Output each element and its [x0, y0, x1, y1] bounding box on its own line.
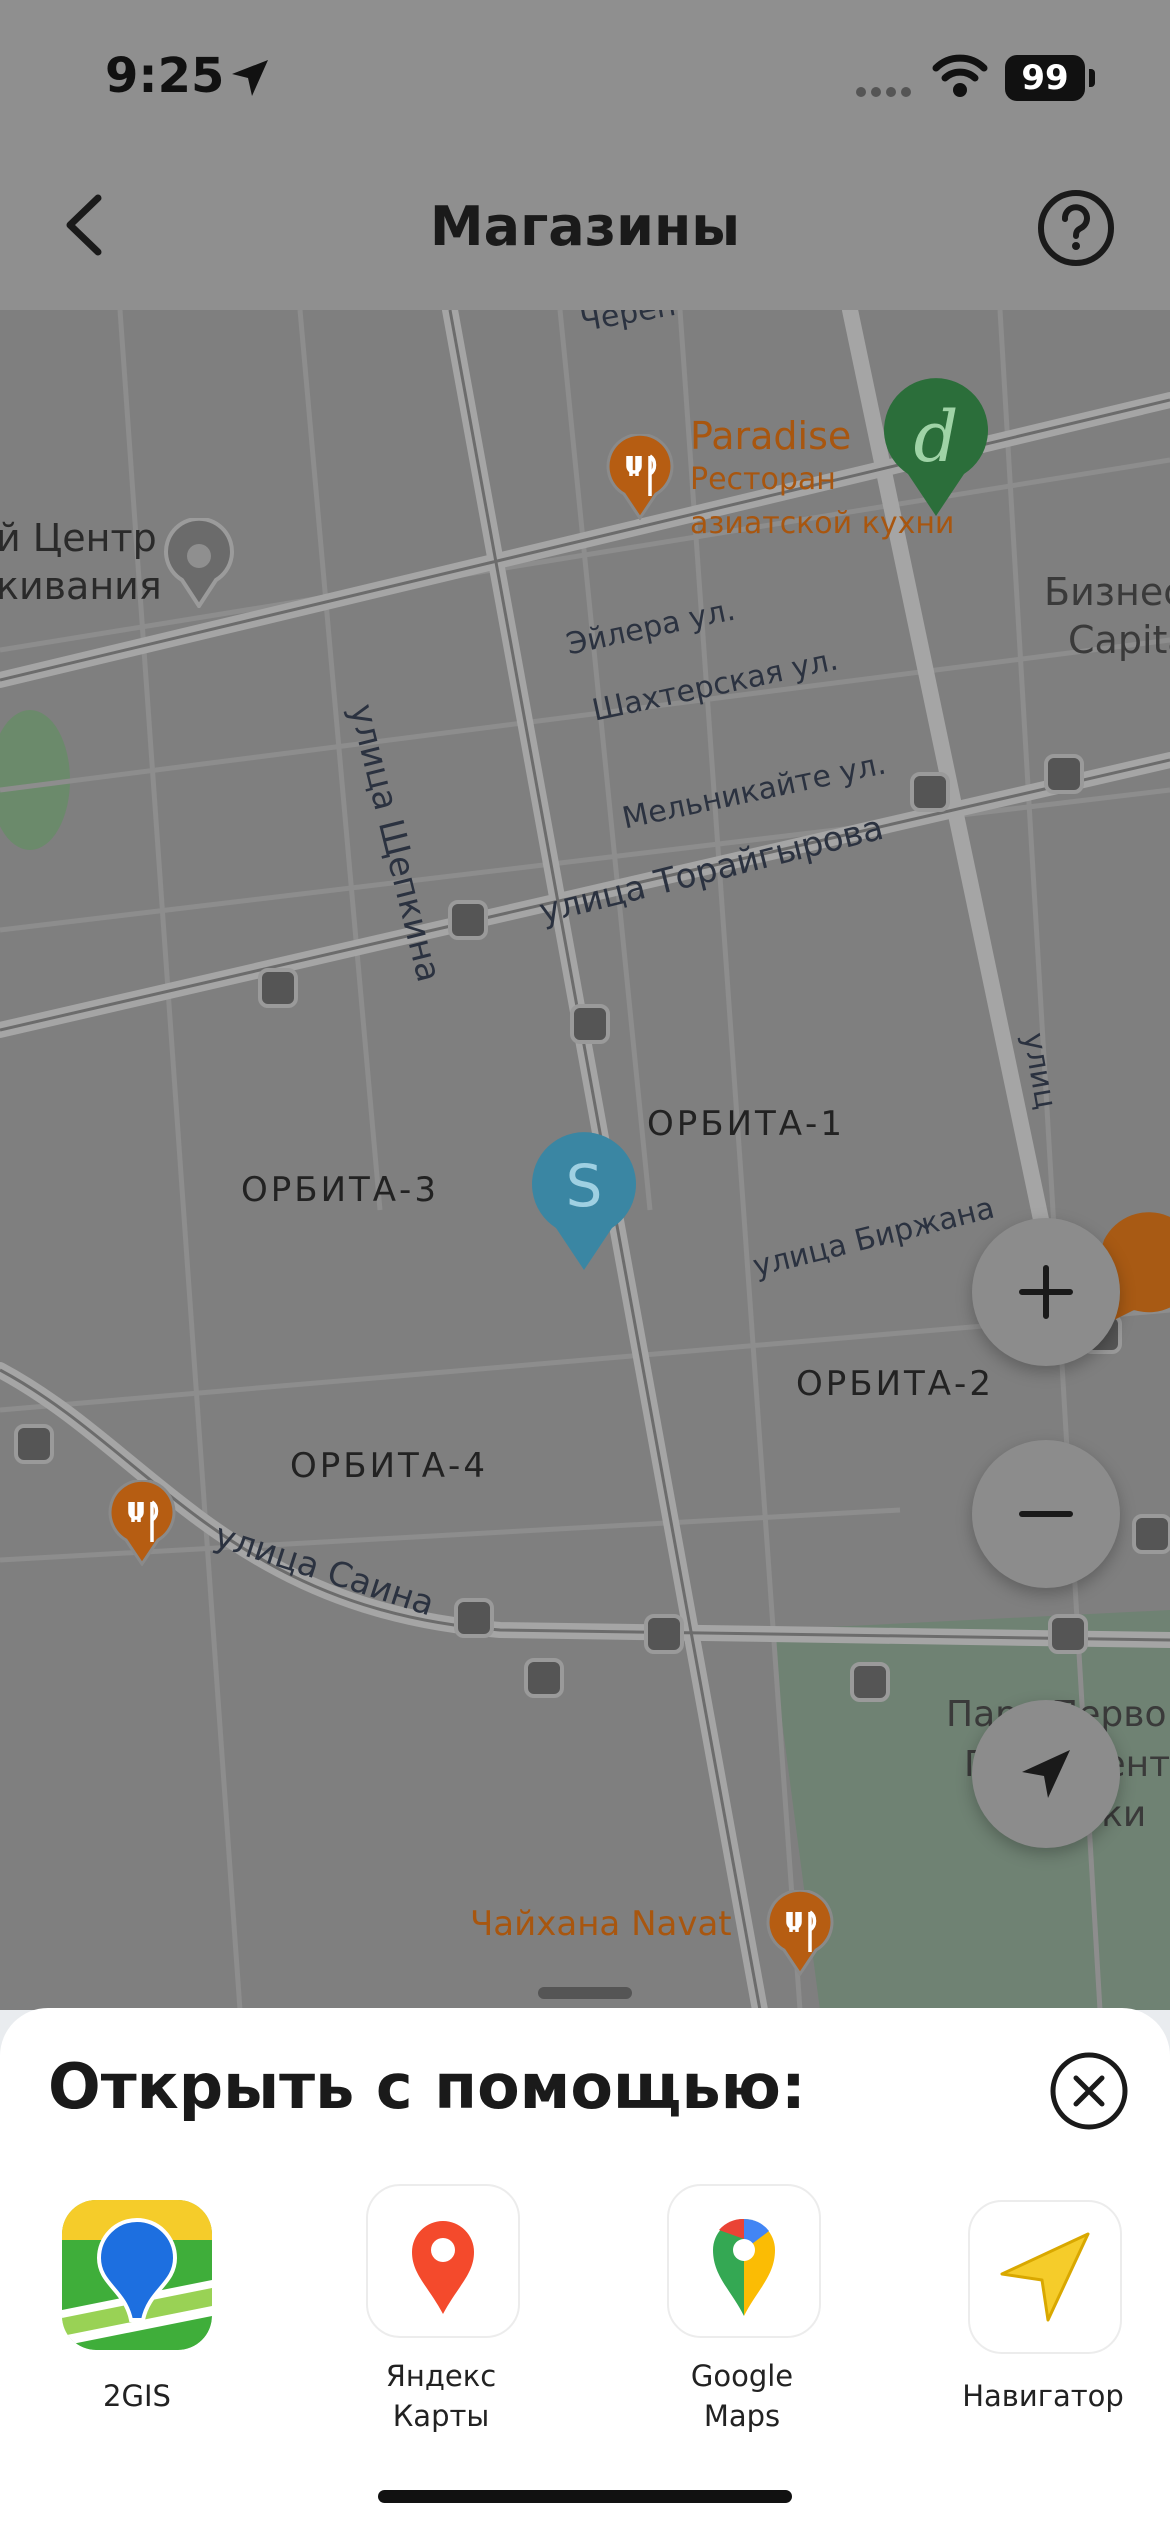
battery-indicator: 99: [1005, 55, 1095, 101]
status-time: 9:25: [105, 48, 225, 104]
district-label: ОРБИТА-1: [647, 1104, 845, 1144]
district-label: ОРБИТА-3: [241, 1170, 439, 1210]
restaurant-pin-icon[interactable]: [764, 1890, 836, 1976]
my-location-button[interactable]: [972, 1700, 1120, 1848]
navigator-arrow-icon: [1000, 2232, 1090, 2322]
district-label: ОРБИТА-4: [290, 1446, 488, 1486]
home-indicator: [378, 2490, 792, 2503]
sheet-drag-handle[interactable]: [538, 1987, 632, 1999]
google-maps-pin-icon: [713, 2218, 775, 2316]
restaurant-pin-icon[interactable]: [106, 1480, 178, 1566]
poi-name: й Центр: [0, 516, 157, 560]
poi-name: кивания: [0, 564, 162, 608]
map-view[interactable]: Череп Эйлера ул. Шахтерская ул. Мельника…: [0, 310, 1170, 2010]
cellular-signal-icon: [855, 84, 915, 103]
app-label: 2GIS: [103, 2379, 171, 2413]
2gis-logo-icon: [62, 2200, 212, 2350]
store-marker-letter: S: [565, 1152, 603, 1220]
app-navigator-button[interactable]: [968, 2200, 1122, 2354]
app-yandex-maps-button[interactable]: [366, 2184, 520, 2338]
location-arrow-icon: [232, 60, 268, 96]
district-label: ОРБИТА-2: [796, 1364, 994, 1404]
app-label: Google: [690, 2359, 794, 2393]
map-pin-icon[interactable]: [162, 518, 236, 608]
restaurant-pin-icon[interactable]: [604, 434, 676, 520]
zoom-in-button[interactable]: [972, 1218, 1120, 1366]
close-icon[interactable]: [1048, 2050, 1130, 2132]
app-label: Карты: [392, 2399, 490, 2433]
navigation-arrow-icon: [1022, 1750, 1070, 1798]
page-title: Магазины: [429, 195, 741, 258]
app-label: Maps: [703, 2399, 781, 2433]
poi-name: Capita: [1068, 618, 1170, 662]
poi-name: Чайхана Navat: [470, 1904, 732, 1944]
wifi-icon: [932, 54, 988, 97]
help-icon[interactable]: [1036, 188, 1116, 268]
store-marker-letter: d: [913, 396, 959, 478]
zoom-out-button[interactable]: [972, 1440, 1120, 1588]
app-label: Навигатор: [962, 2379, 1124, 2413]
plus-icon: [1019, 1265, 1073, 1319]
app-label: Яндекс: [385, 2359, 497, 2393]
minus-icon: [1019, 1511, 1073, 1517]
poi-name: Paradise: [690, 414, 852, 458]
poi-description: Ресторан: [690, 462, 836, 497]
app-2gis-button[interactable]: [62, 2200, 212, 2350]
yandex-maps-pin-icon: [412, 2221, 474, 2314]
poi-name: Бизнес: [1044, 570, 1170, 614]
app-google-maps-button[interactable]: [667, 2184, 821, 2338]
sheet-title: Открыть с помощью:: [48, 2050, 806, 2123]
